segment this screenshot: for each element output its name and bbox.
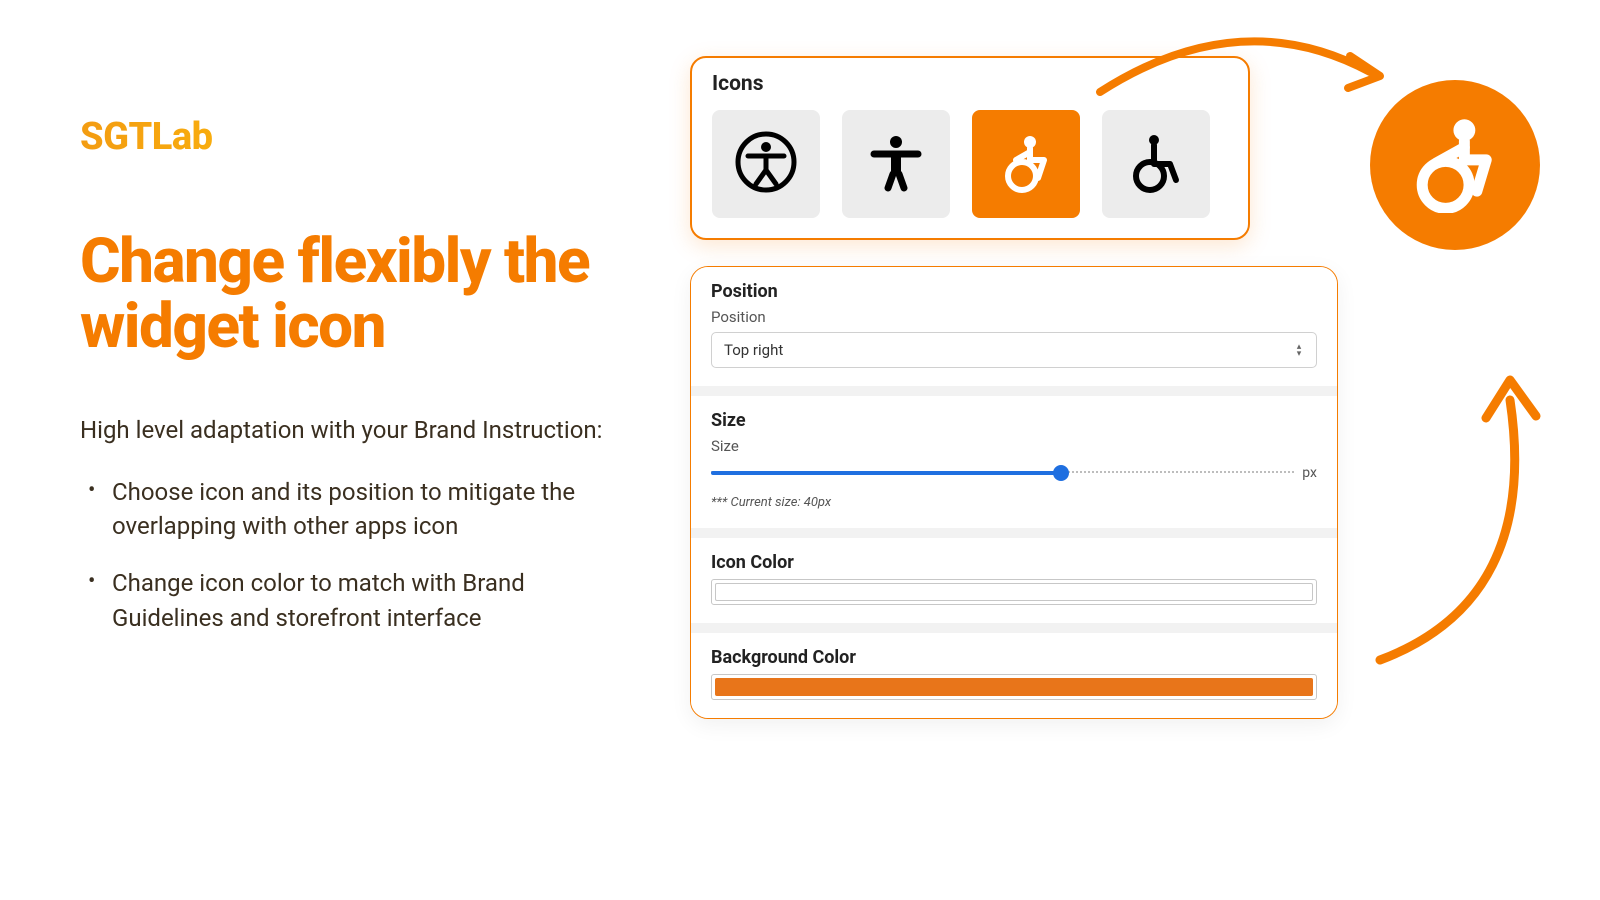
settings-panel: Position Position Top right Size Size px… [690, 266, 1338, 719]
position-field-label: Position [711, 308, 1317, 326]
icon-option-wheelchair-active[interactable] [972, 110, 1080, 218]
arrow-icon [1360, 340, 1570, 680]
divider [691, 623, 1337, 633]
icon-color-input[interactable] [711, 579, 1317, 605]
icon-color-title: Icon Color [711, 552, 1317, 573]
wheelchair-icon [1124, 130, 1188, 198]
wheelchair-active-icon [994, 130, 1058, 198]
slider-thumb[interactable] [1053, 465, 1069, 481]
size-field-label: Size [711, 437, 1317, 455]
divider [691, 386, 1337, 396]
size-unit-label: px [1302, 465, 1317, 481]
size-slider[interactable] [711, 470, 1294, 476]
position-select-value: Top right [724, 341, 783, 359]
brand-logo: SGTLab [80, 115, 640, 159]
icon-option-person-arms[interactable] [842, 110, 950, 218]
icon-color-swatch [715, 583, 1313, 601]
feature-item: Choose icon and its position to mitigate… [108, 475, 640, 545]
size-section: Size Size px *** Current size: 40px [691, 396, 1337, 528]
position-section-title: Position [711, 281, 1317, 302]
icon-option-universal-access[interactable] [712, 110, 820, 218]
wheelchair-active-icon [1405, 113, 1505, 217]
feature-list: Choose icon and its position to mitigate… [80, 475, 640, 636]
person-arms-icon [864, 130, 928, 198]
bg-color-input[interactable] [711, 674, 1317, 700]
divider [691, 528, 1337, 538]
icon-color-section: Icon Color [691, 538, 1337, 623]
bg-color-title: Background Color [711, 647, 1317, 668]
chevron-updown-icon [1292, 343, 1306, 357]
intro-text: High level adaptation with your Brand In… [80, 414, 640, 446]
icon-option-wheelchair[interactable] [1102, 110, 1210, 218]
position-section: Position Position Top right [691, 267, 1337, 386]
size-section-title: Size [711, 410, 1317, 431]
bg-color-swatch [715, 678, 1313, 696]
position-select[interactable]: Top right [711, 332, 1317, 368]
arrow-icon [1080, 22, 1400, 112]
bg-color-section: Background Color [691, 633, 1337, 718]
feature-item: Change icon color to match with Brand Gu… [108, 566, 640, 636]
page-headline: Change flexibly the widget icon [80, 229, 640, 359]
universal-access-icon [734, 130, 798, 198]
size-current-note: *** Current size: 40px [711, 495, 1317, 510]
